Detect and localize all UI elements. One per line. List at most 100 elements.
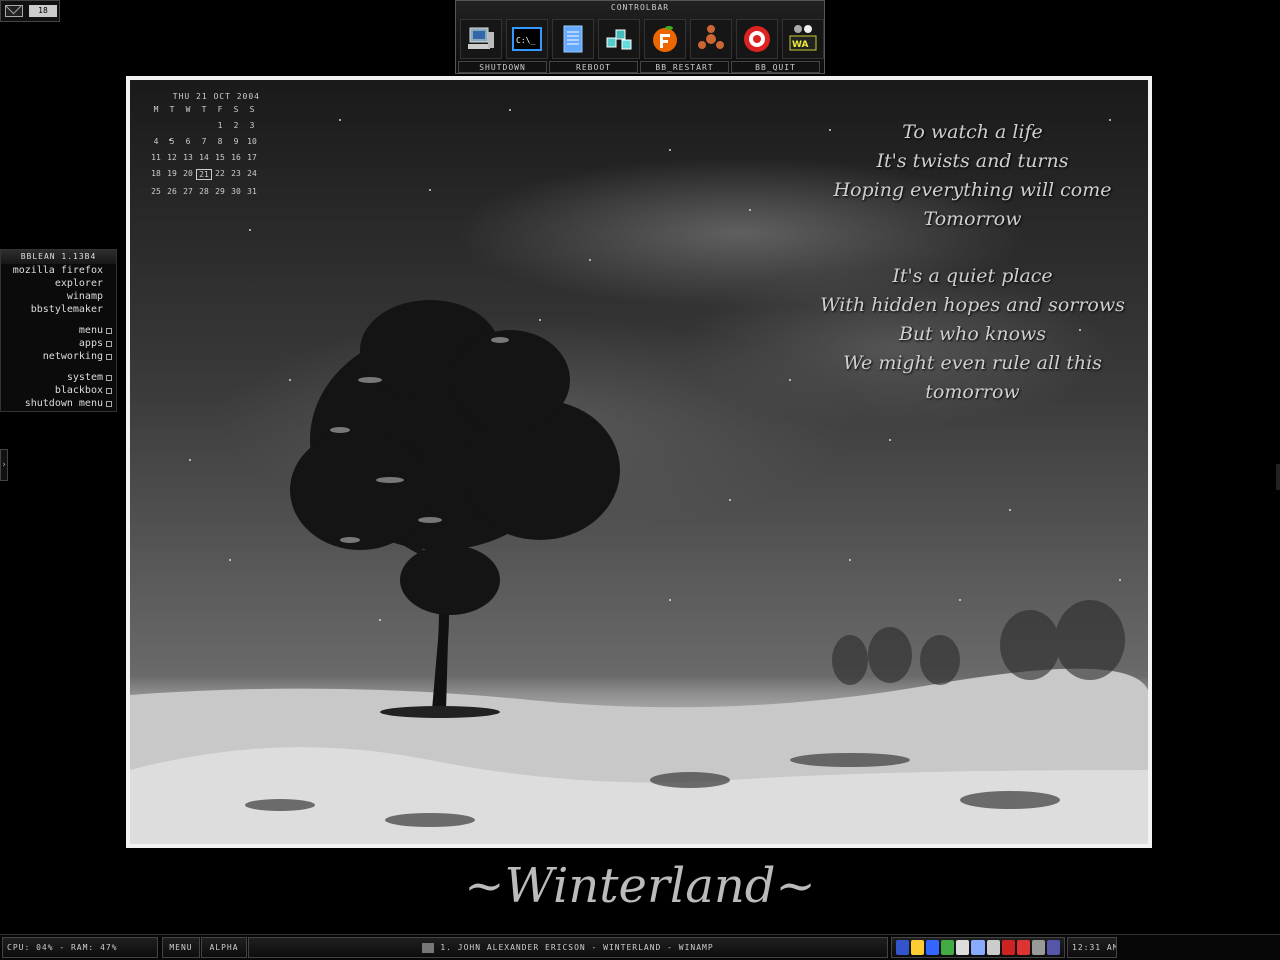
menu-folder-shutdown-menu[interactable]: shutdown menu xyxy=(1,397,116,410)
calendar-day: 27 xyxy=(183,187,193,196)
calendar-day: 17 xyxy=(247,153,257,162)
fruity-loops-icon[interactable] xyxy=(644,19,686,59)
calendar-day: 3 xyxy=(249,121,255,130)
calendar-weekday: S xyxy=(233,105,239,114)
tray-icon[interactable] xyxy=(941,940,955,955)
reason-icon[interactable] xyxy=(690,19,732,59)
calendar-weekday: F xyxy=(217,105,223,114)
svg-text:C:\_: C:\_ xyxy=(516,36,535,45)
calendar-day: 14 xyxy=(199,153,209,162)
shutdown-button[interactable]: SHUTDOWN xyxy=(458,61,547,73)
calendar-day xyxy=(180,121,196,130)
winamp-task-icon xyxy=(422,942,435,953)
tray-icon[interactable] xyxy=(911,940,925,955)
calendar-day: 9 xyxy=(233,137,239,146)
calendar-today: 21 xyxy=(196,169,212,180)
mail-count: 18 xyxy=(29,5,57,17)
winamp-icon[interactable]: WA xyxy=(782,19,824,59)
right-edge-handle[interactable] xyxy=(1276,464,1280,490)
calendar-day: 26 xyxy=(167,187,177,196)
tray-icon[interactable] xyxy=(956,940,970,955)
menu-folder-apps[interactable]: apps xyxy=(1,337,116,350)
calendar-day: 7 xyxy=(201,137,207,146)
calendar-day: 24 xyxy=(247,169,257,178)
menu-folder-menu[interactable]: menu xyxy=(1,324,116,337)
calendar-day xyxy=(196,121,212,130)
poem-line xyxy=(820,234,1125,262)
tray-icon[interactable] xyxy=(971,940,985,955)
tray-icon[interactable] xyxy=(926,940,940,955)
tray-icon[interactable] xyxy=(1001,940,1015,955)
poem-line: It's a quiet place xyxy=(892,265,1053,287)
network-cube-icon[interactable] xyxy=(598,19,640,59)
my-computer-icon[interactable] xyxy=(460,19,502,59)
tray-icon[interactable] xyxy=(1016,940,1030,955)
menu-separator xyxy=(1,363,116,371)
task-winamp[interactable]: 1. JOHN ALEXANDER ERICSON - WINTERLAND -… xyxy=(248,937,888,958)
controlbar-title: CONTROLBAR xyxy=(610,3,670,12)
calendar-day: 30 xyxy=(231,187,241,196)
menu-folder-networking[interactable]: networking xyxy=(1,350,116,363)
calendar-day: 13 xyxy=(183,153,193,162)
calendar-weekday: S xyxy=(249,105,255,114)
menu-item-bbstylemaker[interactable]: bbstylemaker xyxy=(1,303,116,316)
calendar-day: 4 xyxy=(153,137,159,146)
menu-folder-blackbox[interactable]: blackbox xyxy=(1,384,116,397)
menu-button[interactable]: MENU xyxy=(162,937,200,958)
calendar-day: 15 xyxy=(215,153,225,162)
blackbox-menu: BBLEAN 1.13B4 mozilla firefox explorer w… xyxy=(0,249,117,412)
calendar-day: 31 xyxy=(247,187,257,196)
poem-line: To watch a life xyxy=(902,121,1043,143)
tray-icon[interactable] xyxy=(986,940,1000,955)
bb-restart-button[interactable]: BB_RESTART xyxy=(640,61,729,73)
calendar-grid: M T W T F S S 1 2 3 4 5 6 7 8 9 10 11 12 13 14 15 16 17 18 19 20 21… xyxy=(148,105,260,196)
calendar-weekday: M xyxy=(153,105,159,114)
calendar-day: 19 xyxy=(167,169,177,178)
calendar-day: 29 xyxy=(215,187,225,196)
poem-line: Tomorrow xyxy=(923,208,1022,230)
calendar-weekday: W xyxy=(185,105,191,114)
calendar-day: 22 xyxy=(215,169,225,178)
wallpaper-title: ~Winterland~ xyxy=(464,858,816,914)
chevron-right-icon[interactable]: › xyxy=(0,449,8,481)
tray-icon[interactable] xyxy=(1031,940,1045,955)
menu-item-winamp[interactable]: winamp xyxy=(1,290,116,303)
cpu-ram-monitor: CPU: 04% - RAM: 47% xyxy=(2,937,158,958)
menu-item-explorer[interactable]: explorer xyxy=(1,277,116,290)
notepad-icon[interactable] xyxy=(552,19,594,59)
tray-icon[interactable] xyxy=(1046,940,1061,955)
calendar-day: 16 xyxy=(231,153,241,162)
alpha-button[interactable]: ALPHA xyxy=(201,937,247,958)
reboot-button[interactable]: REBOOT xyxy=(549,61,638,73)
poem-line: It's twists and turns xyxy=(876,150,1069,172)
taskbar: CPU: 04% - RAM: 47% MENU ALPHA 1. JOHN A… xyxy=(0,934,1280,960)
system-tray xyxy=(891,937,1065,958)
calendar-header: THU 21 OCT 2004 xyxy=(172,92,260,101)
envelope-icon xyxy=(5,5,23,17)
calendar-weekday: T xyxy=(201,105,207,114)
calendar-day xyxy=(148,121,164,130)
calendar-day: 5 xyxy=(169,137,175,146)
menu-separator xyxy=(1,316,116,324)
bb-quit-button[interactable]: BB_QUIT xyxy=(731,61,820,73)
clock[interactable]: 12:31 AM xyxy=(1067,937,1117,958)
mail-widget[interactable]: 18 xyxy=(0,0,60,22)
calendar-day: 12 xyxy=(167,153,177,162)
poem-line: But who knows xyxy=(898,323,1047,345)
menu-folder-system[interactable]: system xyxy=(1,371,116,384)
calendar-day: 2 xyxy=(233,121,239,130)
menu-item-firefox[interactable]: mozilla firefox xyxy=(1,264,116,277)
controlbar-buttons: SHUTDOWN REBOOT BB_RESTART BB_QUIT xyxy=(458,61,820,73)
controlbar-icons: C:\_ WA xyxy=(460,19,824,59)
menu-title: BBLEAN 1.13B4 xyxy=(1,250,116,264)
calendar-day: 25 xyxy=(151,187,161,196)
calendar-day: 28 xyxy=(199,187,209,196)
calendar-day xyxy=(164,121,180,130)
tray-icon[interactable] xyxy=(896,940,910,955)
media-player-icon[interactable] xyxy=(736,19,778,59)
calendar-day: 11 xyxy=(151,153,161,162)
poem-line: Hoping everything will come xyxy=(833,179,1112,201)
poem-line: With hidden hopes and sorrows xyxy=(820,294,1125,316)
command-prompt-icon[interactable]: C:\_ xyxy=(506,19,548,59)
poem-text: To watch a life It's twists and turns Hopi… xyxy=(820,118,1125,407)
